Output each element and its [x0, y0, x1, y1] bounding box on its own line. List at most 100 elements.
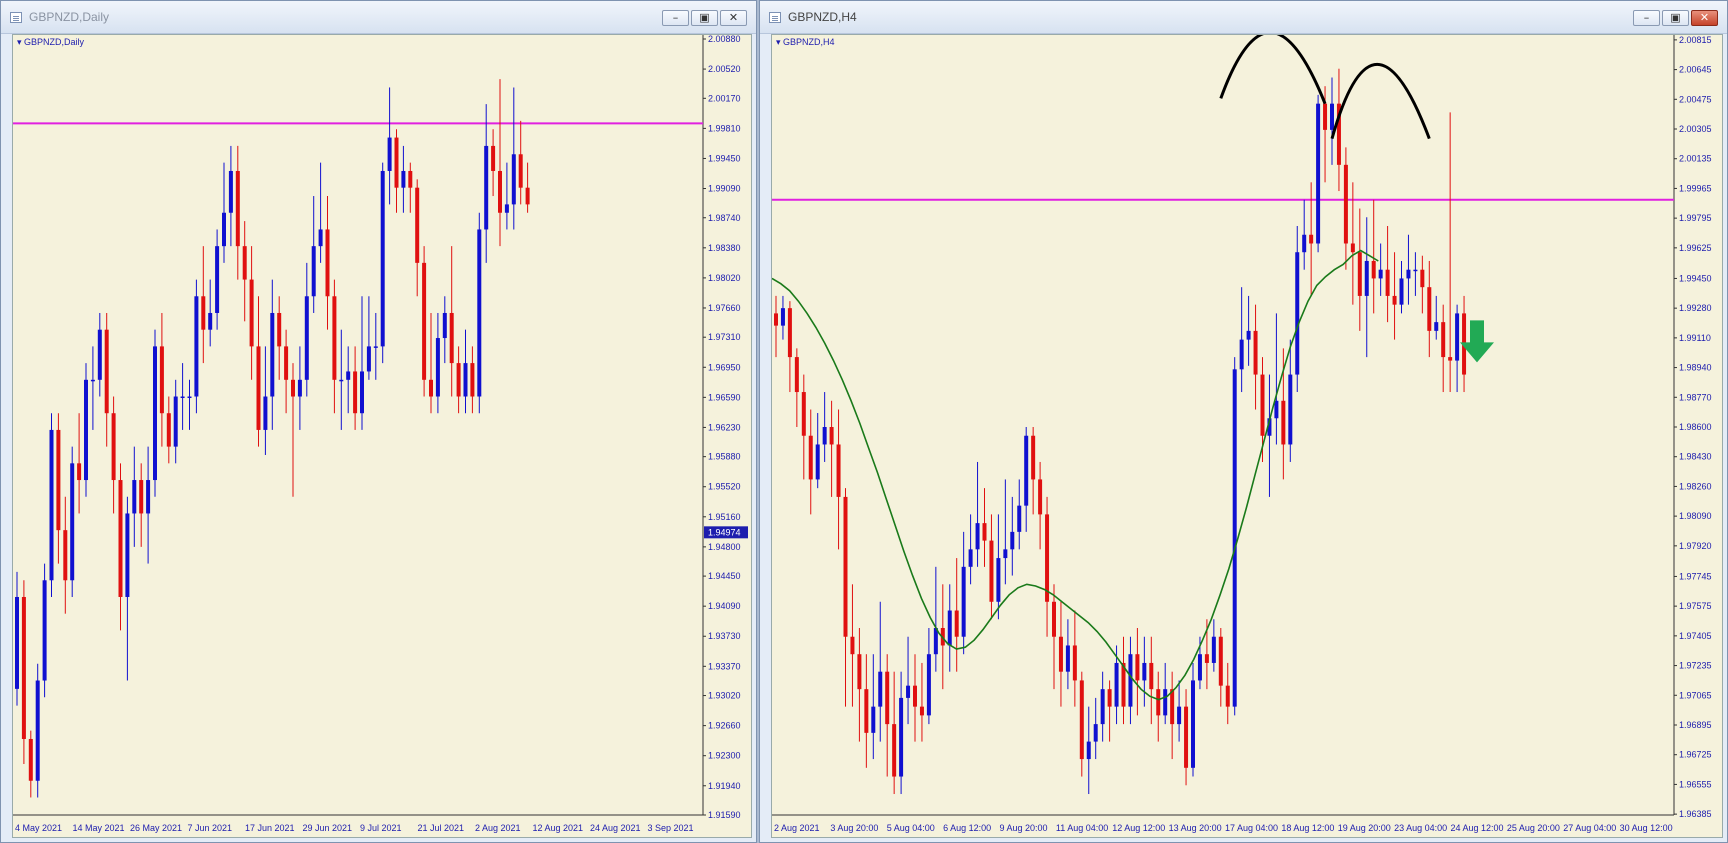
- bull-candle: [878, 671, 883, 707]
- price-tick-label: 1.96950: [708, 362, 741, 372]
- bear-candle: [284, 346, 289, 380]
- bear-candle: [77, 463, 82, 481]
- bull-candle: [1191, 680, 1195, 768]
- price-tick-label: 1.97920: [1679, 541, 1712, 551]
- bull-candle: [1003, 549, 1008, 559]
- bear-candle: [1350, 243, 1355, 253]
- price-tick-label: 1.91940: [708, 781, 741, 791]
- bull-candle: [1093, 724, 1098, 742]
- price-tick-label: 1.96590: [708, 392, 741, 402]
- bear-candle: [885, 671, 890, 725]
- left-window-title: GBPNZD,Daily: [29, 10, 110, 24]
- bear-candle: [1427, 287, 1432, 331]
- price-tick-label: 1.93730: [708, 631, 741, 641]
- bull-candle: [1142, 662, 1147, 681]
- price-tick-label: 1.95520: [708, 482, 741, 492]
- bear-candle: [774, 313, 778, 326]
- time-tick-label: 9 Jul 2021: [360, 823, 402, 833]
- price-tick-label: 2.00170: [708, 93, 741, 103]
- bull-candle: [146, 480, 151, 514]
- bear-candle: [1323, 103, 1328, 130]
- bull-candle: [1232, 369, 1237, 707]
- close-button[interactable]: ✕: [1691, 10, 1718, 26]
- bull-candle: [97, 329, 102, 380]
- bear-candle: [525, 187, 530, 205]
- restore-button[interactable]: ▣: [691, 10, 718, 26]
- price-tick-label: 1.99450: [708, 153, 741, 163]
- bull-candle: [263, 396, 268, 430]
- daily-chart-area[interactable]: 2.00880 2.00520 2.00170 1.99810 1.99450 1.990…: [12, 34, 752, 838]
- bull-candle: [1330, 103, 1334, 130]
- h4-chart-area[interactable]: 2.00815 2.00645 2.00475 2.00305 2.00135 1.999…: [771, 34, 1723, 838]
- price-tick-label: 1.99795: [1679, 213, 1712, 223]
- bear-candle: [422, 262, 427, 380]
- minimize-button[interactable]: –: [662, 10, 689, 26]
- minimize-button[interactable]: –: [1633, 10, 1660, 26]
- bear-candle: [892, 724, 897, 777]
- time-tick-label: 19 Aug 20:00: [1338, 823, 1391, 833]
- bear-candle: [325, 229, 330, 297]
- bear-candle: [118, 480, 123, 597]
- price-tick-label: 2.00520: [708, 64, 741, 74]
- close-button[interactable]: ✕: [720, 10, 747, 26]
- price-tick-label: 1.94800: [708, 542, 741, 552]
- bull-candle: [996, 558, 1001, 602]
- bear-candle: [1184, 706, 1189, 768]
- bull-candle: [360, 371, 364, 414]
- price-tick-label: 1.96230: [708, 422, 741, 432]
- left-chart-window: GBPNZD,Daily – ▣ ✕ 2.00880 2.00520 2.00170…: [0, 0, 757, 843]
- bull-candle: [961, 566, 966, 637]
- bull-candle: [1406, 269, 1411, 279]
- bear-candle: [850, 636, 855, 655]
- time-tick-label: 4 May 2021: [15, 823, 62, 833]
- bear-candle: [982, 523, 987, 541]
- bull-candle: [442, 312, 447, 339]
- right-titlebar[interactable]: GBPNZD,H4 – ▣ ✕: [760, 1, 1727, 34]
- price-tick-label: 1.97310: [708, 332, 741, 342]
- bear-candle: [139, 480, 144, 514]
- bear-candle: [456, 363, 461, 397]
- bull-candle: [926, 654, 931, 716]
- bear-candle: [1309, 234, 1314, 244]
- restore-button[interactable]: ▣: [1662, 10, 1689, 26]
- price-tick-label: 1.99090: [708, 184, 741, 194]
- bear-candle: [794, 357, 799, 393]
- bear-candle: [449, 312, 454, 364]
- bull-candle: [311, 246, 316, 297]
- left-titlebar[interactable]: GBPNZD,Daily – ▣ ✕: [1, 1, 756, 34]
- price-tick-label: 2.00475: [1679, 94, 1712, 104]
- chart-symbol-label: ▾ GBPNZD,Daily: [17, 37, 85, 47]
- time-tick-label: 27 Aug 04:00: [1563, 823, 1616, 833]
- bull-candle: [125, 513, 130, 597]
- time-tick-label: 3 Aug 20:00: [830, 823, 878, 833]
- bear-candle: [1031, 435, 1036, 480]
- price-tick-label: 1.92660: [708, 721, 741, 731]
- bull-candle: [90, 379, 95, 382]
- bull-candle: [1177, 706, 1182, 725]
- bull-candle: [871, 706, 876, 733]
- price-tick-label: 1.99280: [1679, 303, 1712, 313]
- bear-candle: [1253, 330, 1258, 375]
- bull-candle: [1100, 689, 1105, 725]
- bull-candle: [304, 296, 309, 380]
- bear-candle: [498, 170, 502, 213]
- time-tick-label: 24 Aug 12:00: [1451, 823, 1504, 833]
- bull-candle: [84, 379, 88, 481]
- bull-candle: [1302, 234, 1307, 253]
- bull-candle: [180, 396, 185, 399]
- bear-candle: [989, 540, 994, 602]
- bear-candle: [1343, 164, 1348, 244]
- bull-candle: [947, 610, 952, 646]
- price-tick-label: 1.99625: [1679, 243, 1712, 253]
- bear-candle: [954, 610, 959, 637]
- bull-candle: [15, 596, 19, 689]
- price-tick-label: 2.00815: [1679, 35, 1712, 45]
- price-tick-label: 1.97660: [708, 303, 741, 313]
- bear-candle: [801, 392, 806, 436]
- restore-icon: ▣: [1670, 11, 1681, 24]
- bear-candle: [470, 363, 475, 397]
- price-tick-label: 2.00880: [708, 35, 741, 44]
- chart-symbol-text: GBPNZD,Daily: [24, 37, 85, 47]
- bear-candle: [1225, 685, 1230, 707]
- bull-candle: [187, 396, 192, 399]
